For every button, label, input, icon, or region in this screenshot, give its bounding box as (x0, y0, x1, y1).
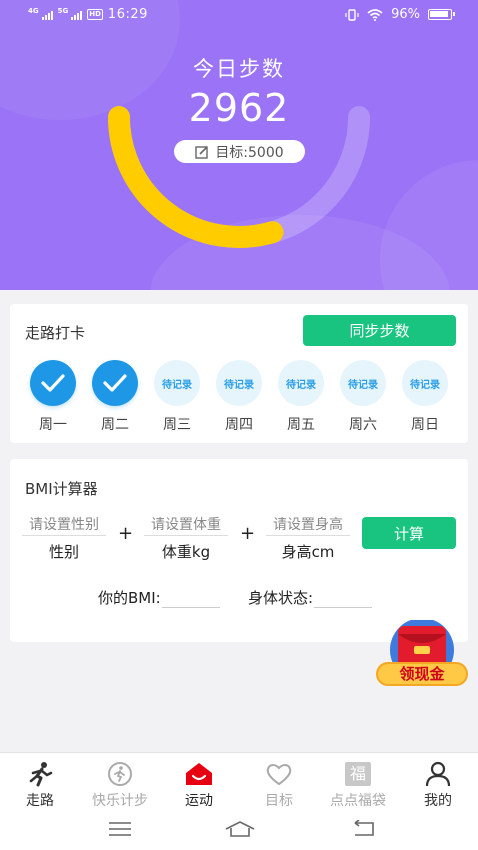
day-label: 周四 (225, 417, 253, 433)
height-placeholder: 请设置身高 (266, 514, 350, 536)
day-label: 周五 (287, 417, 315, 433)
gender-value: 性别 (48, 543, 79, 561)
bmi-result: 你的BMI: (98, 587, 220, 608)
battery-icon (428, 9, 455, 20)
bmi-result-value (161, 588, 220, 608)
calculate-button[interactable]: 计算 (362, 517, 456, 549)
gender-placeholder: 请设置性别 (22, 514, 106, 536)
home-icon[interactable] (224, 820, 256, 838)
claim-cash-label: 领现金 (399, 665, 445, 683)
gauge-track (108, 106, 370, 248)
weight-field[interactable]: 请设置体重 体重kg (144, 514, 228, 562)
wifi-icon (367, 8, 383, 21)
height-field[interactable]: 请设置身高 身高cm (266, 514, 350, 562)
day-label: 周二 (101, 417, 129, 433)
bmi-title: BMI计算器 (25, 480, 98, 498)
walk-circle-icon (82, 761, 158, 787)
day-label: 周六 (349, 417, 377, 433)
tab-lucky-bag[interactable]: 福 点点福袋 (320, 761, 396, 810)
pending-badge: 待记录 (278, 360, 324, 406)
height-value: 身高cm (281, 543, 335, 561)
check-icon (30, 360, 76, 406)
day-tuesday[interactable]: 周二 (89, 360, 141, 434)
heart-icon (241, 761, 317, 787)
hd-voice-badge: HD (87, 9, 103, 20)
gender-field[interactable]: 请设置性别 性别 (22, 514, 106, 562)
vibrate-icon (345, 8, 359, 21)
body-state-value (314, 588, 373, 608)
claim-cash-badge[interactable]: 领现金 (376, 618, 468, 690)
tab-label: 快乐计步 (92, 793, 148, 809)
check-icon (92, 360, 138, 406)
tab-label: 运动 (185, 793, 213, 809)
weight-placeholder: 请设置体重 (144, 514, 228, 536)
day-sunday[interactable]: 待记录 周日 (399, 360, 451, 434)
walk-checkin-card: 走路打卡 同步步数 周一 周二 待记录 周三 待记录 周四 待记录 周五 待记录… (10, 304, 468, 443)
tab-mine[interactable]: 我的 (400, 761, 476, 810)
home-smile-icon (161, 761, 237, 787)
plus-sign: + (240, 523, 256, 544)
back-icon[interactable] (353, 820, 377, 838)
pending-badge: 待记录 (216, 360, 262, 406)
pending-badge: 待记录 (402, 360, 448, 406)
day-label: 周三 (163, 417, 191, 433)
fu-bag-icon: 福 (320, 761, 396, 787)
weekday-checkins: 周一 周二 待记录 周三 待记录 周四 待记录 周五 待记录 周六 待记录 周日 (27, 360, 457, 433)
day-thursday[interactable]: 待记录 周四 (213, 360, 265, 434)
body-state-label: 身体状态: (248, 589, 314, 607)
steps-header: 4G 5G HD 16:29 96% 今日步数 2962 目标:5000 (0, 0, 478, 290)
body-state-result: 身体状态: (248, 587, 373, 608)
pending-badge: 待记录 (340, 360, 386, 406)
tab-walk[interactable]: 走路 (2, 761, 78, 810)
clock: 16:29 (107, 7, 148, 22)
signal-icon (41, 10, 53, 20)
gauge-progress (108, 106, 284, 248)
signal-icon (71, 10, 83, 20)
goal-pill[interactable]: 目标:5000 (174, 140, 305, 163)
day-wednesday[interactable]: 待记录 周三 (151, 360, 203, 434)
status-bar: 4G 5G HD 16:29 96% (0, 0, 478, 30)
tab-exercise[interactable]: 运动 (161, 761, 237, 810)
edit-icon (195, 145, 209, 159)
steps-title: 今日步数 (193, 57, 285, 81)
day-monday[interactable]: 周一 (27, 360, 79, 434)
steps-count: 2962 (188, 86, 290, 130)
person-icon (400, 761, 476, 787)
day-friday[interactable]: 待记录 周五 (275, 360, 327, 434)
menu-icon[interactable] (108, 820, 132, 838)
system-nav-bar (0, 810, 478, 850)
plus-sign: + (118, 523, 134, 544)
tab-label: 点点福袋 (330, 793, 386, 809)
tab-goal[interactable]: 目标 (241, 761, 317, 810)
tab-label: 目标 (265, 793, 293, 809)
bottom-tab-bar: 走路 快乐计步 运动 目标 福 点点福袋 我的 (0, 752, 478, 810)
pending-badge: 待记录 (154, 360, 200, 406)
weight-value: 体重kg (161, 543, 211, 561)
tab-happy-steps[interactable]: 快乐计步 (82, 761, 158, 810)
goal-label: 目标:5000 (215, 144, 284, 161)
day-label: 周一 (39, 417, 67, 433)
battery-percent: 96% (391, 7, 420, 22)
bmi-calculator-card: BMI计算器 请设置性别 性别 + 请设置体重 体重kg + 请设置身高 身高c… (10, 459, 468, 642)
network-5g-label: 5G (57, 7, 69, 15)
sync-steps-button[interactable]: 同步步数 (303, 315, 456, 346)
tab-label: 我的 (424, 793, 452, 809)
day-saturday[interactable]: 待记录 周六 (337, 360, 389, 434)
day-label: 周日 (411, 417, 439, 433)
bmi-result-label: 你的BMI: (98, 589, 161, 607)
checkin-title: 走路打卡 (25, 324, 86, 342)
network-4g-label: 4G (28, 7, 39, 15)
runner-icon (2, 761, 78, 787)
tab-label: 走路 (26, 793, 54, 809)
